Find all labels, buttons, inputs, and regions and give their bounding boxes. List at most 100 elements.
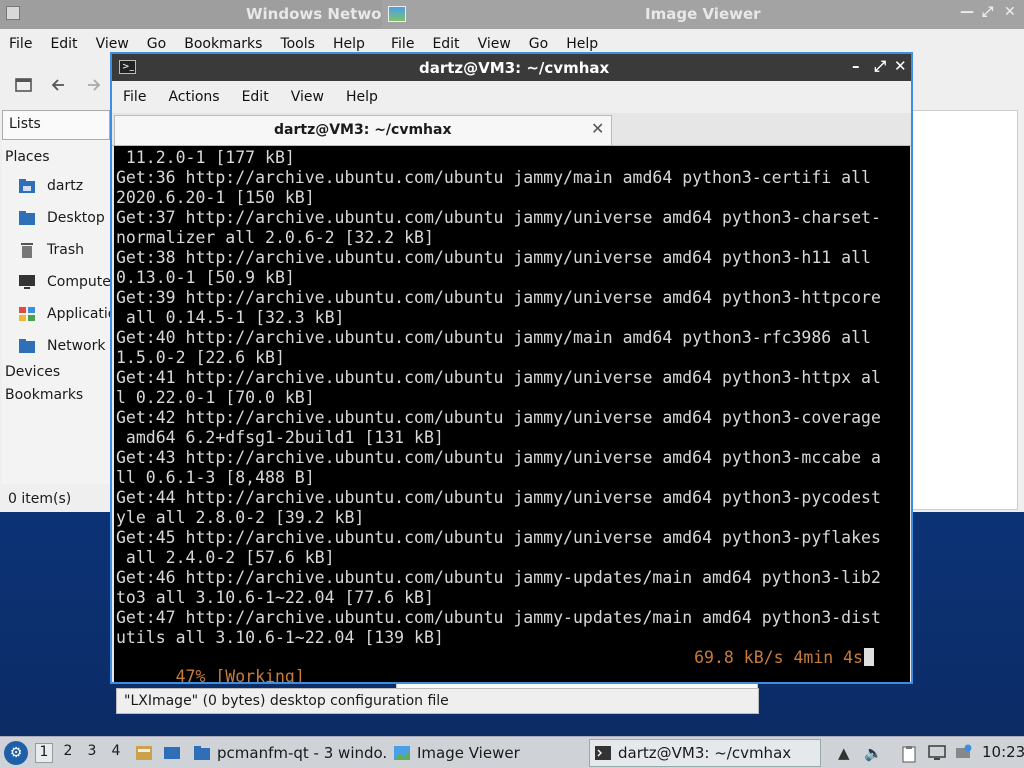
file-info-statusbar: "LXImage" (0 bytes) desktop configuratio… <box>116 688 759 714</box>
terminal-line: 0.13.0-1 [50.9 kB] <box>116 268 295 287</box>
side-pane <box>2 110 110 484</box>
terminal-icon: >_ <box>119 60 136 74</box>
terminal-cursor <box>864 648 874 666</box>
terminal-tab[interactable]: dartz@VM3: ~/cvmhax ✕ <box>114 115 612 145</box>
task-label: pcmanfm-qt - 3 windo... <box>217 744 388 762</box>
bookmarks-header: Bookmarks <box>5 387 84 403</box>
terminal-tab-label: dartz@VM3: ~/cvmhax <box>274 122 452 138</box>
new-tab-icon[interactable] <box>14 76 34 99</box>
terminal-line: Get:43 http://archive.ubuntu.com/ubuntu … <box>116 448 881 467</box>
terminal-line: Get:44 http://archive.ubuntu.com/ubuntu … <box>116 488 881 507</box>
start-menu-icon[interactable]: ⚙ <box>4 741 28 765</box>
fm-menu-bookmarks[interactable]: Bookmarks <box>175 36 271 52</box>
iv-menu-go[interactable]: Go <box>520 36 557 52</box>
place-network[interactable]: Network <box>18 335 110 357</box>
side-pane-mode-selector[interactable]: Lists <box>2 110 110 140</box>
network-status-icon[interactable] <box>954 744 972 762</box>
network-folder-icon <box>19 339 35 353</box>
fm-menu-view[interactable]: View <box>87 36 138 52</box>
minimize-icon[interactable]: – <box>852 57 860 75</box>
place-label: Desktop <box>47 210 105 226</box>
forward-arrow-icon[interactable] <box>84 76 102 99</box>
volume-icon[interactable]: 🔈 <box>864 744 883 762</box>
desktop-3[interactable]: 3 <box>83 743 101 763</box>
iv-menu-view[interactable]: View <box>469 36 520 52</box>
place-label: dartz <box>47 178 84 194</box>
apt-progress-line: 47% [Working] 69.8 kB/s 4min 4s <box>116 648 886 682</box>
terminal-titlebar[interactable]: >_ dartz@VM3: ~/cvmhax – ⤢ ✕ <box>112 54 911 81</box>
trash-icon <box>21 243 33 258</box>
iv-menu-edit[interactable]: Edit <box>423 36 468 52</box>
task-terminal[interactable]: dartz@VM3: ~/cvmhax <box>589 739 821 767</box>
file-cabinet-icon[interactable] <box>135 744 153 762</box>
place-desktop[interactable]: Desktop <box>18 207 110 229</box>
maximize-icon[interactable]: ⤢ <box>982 4 993 20</box>
terminal-output[interactable]: 11.2.0-1 [177 kB] Get:36 http://archive.u… <box>114 146 910 682</box>
iv-menu-help[interactable]: Help <box>557 36 607 52</box>
progress-rate: 69.8 kB/s 4min 4s <box>694 648 874 667</box>
devices-header: Devices <box>5 364 61 380</box>
terminal-line: l 0.22.0-1 [70.0 kB] <box>116 388 315 407</box>
terminal-line: Get:36 http://archive.ubuntu.com/ubuntu … <box>116 168 871 187</box>
terminal-line: all 0.14.5-1 [32.3 kB] <box>116 308 345 327</box>
task-file-manager[interactable]: pcmanfm-qt - 3 windo... <box>193 739 388 767</box>
desktop-4[interactable]: 4 <box>107 743 125 763</box>
place-trash[interactable]: Trash <box>18 239 110 261</box>
screen-icon[interactable] <box>928 745 946 761</box>
place-home[interactable]: dartz <box>18 175 110 197</box>
fm-menu-help[interactable]: Help <box>324 36 374 52</box>
clipboard-icon[interactable] <box>900 745 918 763</box>
term-menu-file[interactable]: File <box>112 89 157 105</box>
terminal-line: Get:41 http://archive.ubuntu.com/ubuntu … <box>116 368 881 387</box>
show-desktop-icon[interactable] <box>163 744 181 762</box>
iv-menu-file[interactable]: File <box>382 36 423 52</box>
fm-menu-go[interactable]: Go <box>138 36 175 52</box>
minimize-icon[interactable]: — <box>960 4 974 20</box>
place-label: Applications <box>47 306 110 322</box>
terminal-tabbar: dartz@VM3: ~/cvmhax ✕ <box>112 113 911 146</box>
task-image-viewer[interactable]: Image Viewer <box>393 739 583 767</box>
image-icon <box>394 746 410 760</box>
computer-icon <box>19 275 35 289</box>
terminal-line: ll 0.6.1-3 [8,488 B] <box>116 468 315 487</box>
terminal-line: Get:40 http://archive.ubuntu.com/ubuntu … <box>116 328 871 347</box>
terminal-line: Get:42 http://archive.ubuntu.com/ubuntu … <box>116 408 881 427</box>
fm-menu-file[interactable]: File <box>0 36 41 52</box>
terminal-line: Get:46 http://archive.ubuntu.com/ubuntu … <box>116 568 881 587</box>
close-icon[interactable]: ✕ <box>1004 4 1016 20</box>
fm-menu-edit[interactable]: Edit <box>41 36 86 52</box>
maximize-icon[interactable]: ⤢ <box>874 57 886 75</box>
terminal-line: Get:45 http://archive.ubuntu.com/ubuntu … <box>116 528 881 547</box>
folder-icon <box>194 746 210 760</box>
place-applications[interactable]: Applications <box>18 303 110 325</box>
window-icon <box>6 6 20 20</box>
fm-menu-tools[interactable]: Tools <box>271 36 324 52</box>
terminal-line: Get:37 http://archive.ubuntu.com/ubuntu … <box>116 208 881 227</box>
terminal-window: >_ dartz@VM3: ~/cvmhax – ⤢ ✕ File Action… <box>110 52 913 684</box>
terminal-line: utils all 3.10.6-1~22.04 [139 kB] <box>116 628 444 647</box>
file-manager-titlebar[interactable]: Windows Netwo <box>0 0 396 29</box>
clock[interactable]: 10:23 <box>982 743 1024 761</box>
item-count-status: 0 item(s) <box>8 491 72 507</box>
terminal-title: dartz@VM3: ~/cvmhax <box>419 59 610 77</box>
terminal-line: yle all 2.8.0-2 [39.2 kB] <box>116 508 365 527</box>
tab-close-icon[interactable]: ✕ <box>591 119 604 138</box>
close-icon[interactable]: ✕ <box>894 57 907 75</box>
term-menu-view[interactable]: View <box>280 89 335 105</box>
progress-rate-text: 69.8 kB/s 4min 4s <box>694 648 863 667</box>
place-computer[interactable]: Computer <box>18 271 110 293</box>
terminal-lines: 11.2.0-1 [177 kB] Get:36 http://archive.u… <box>116 148 881 648</box>
updates-icon[interactable]: ▲ <box>838 744 850 762</box>
place-label: Network <box>47 338 106 354</box>
term-menu-help[interactable]: Help <box>335 89 389 105</box>
desktop-2[interactable]: 2 <box>59 743 77 763</box>
terminal-line: amd64 6.2+dfsg1-2build1 [131 kB] <box>116 428 444 447</box>
image-canvas[interactable] <box>912 110 1018 510</box>
image-viewer-title: Image Viewer <box>645 5 761 23</box>
desktop-1[interactable]: 1 <box>35 743 53 763</box>
term-menu-edit[interactable]: Edit <box>231 89 280 105</box>
terminal-line: 1.5.0-2 [22.6 kB] <box>116 348 285 367</box>
back-arrow-icon[interactable] <box>50 76 68 99</box>
term-menu-actions[interactable]: Actions <box>157 89 230 105</box>
image-viewer-titlebar[interactable]: Image Viewer — ⤢ ✕ <box>382 0 1024 29</box>
